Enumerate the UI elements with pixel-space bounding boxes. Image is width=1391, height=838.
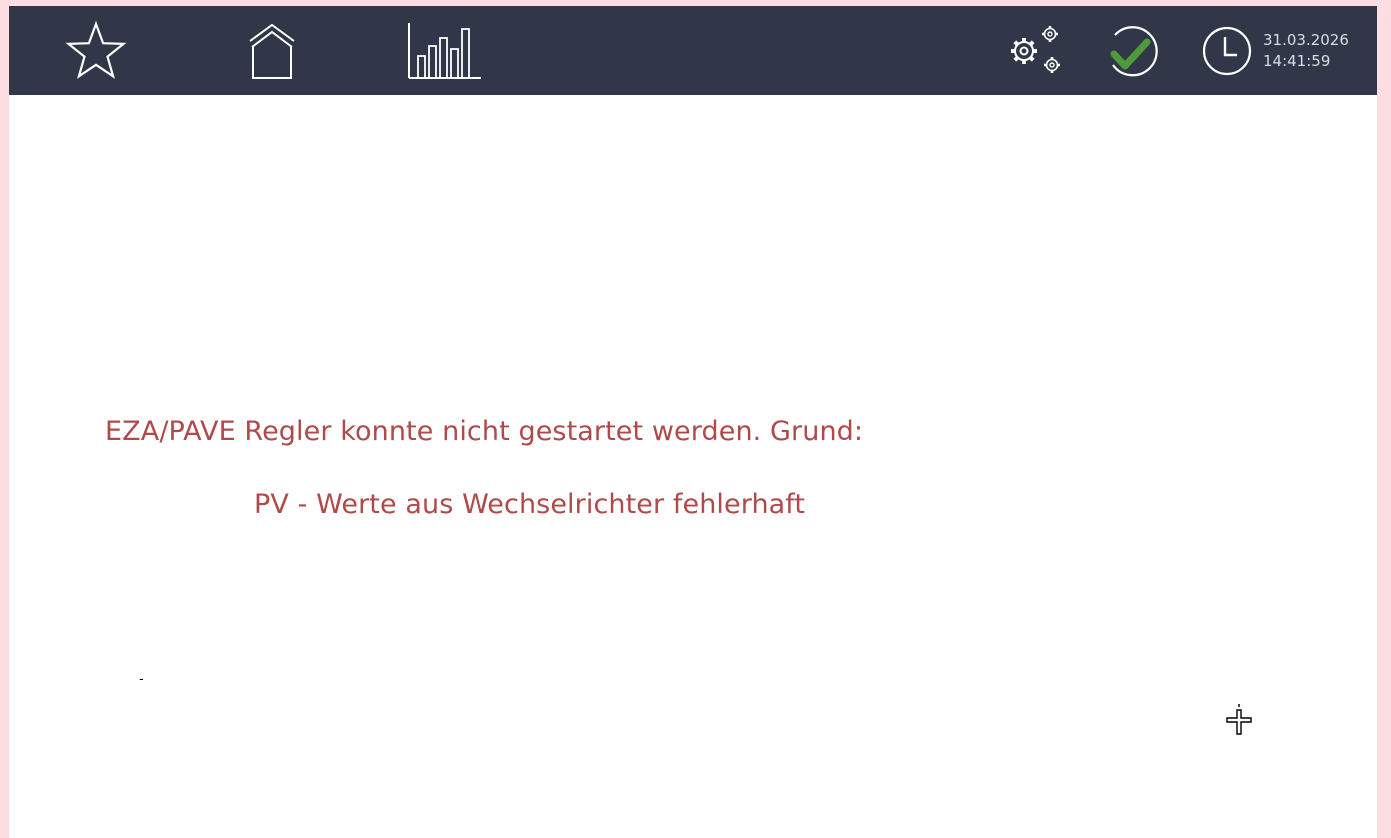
time-text: 14:41:59 (1263, 51, 1331, 70)
error-message-reason: PV - Werte aus Wechselrichter fehlerhaft (254, 489, 806, 520)
statistics-button[interactable] (402, 6, 486, 95)
app-screen: 31.03.2026 14:41:59 EZA/PAVE Regler konn… (9, 6, 1377, 838)
datetime-readout: 31.03.2026 14:41:59 (1263, 30, 1349, 72)
check-circle-icon (1110, 25, 1158, 76)
favorites-button[interactable] (61, 6, 131, 95)
status-button[interactable] (1096, 6, 1166, 95)
top-bar: 31.03.2026 14:41:59 (9, 6, 1377, 95)
clock: 31.03.2026 14:41:59 (1201, 6, 1349, 95)
stray-mark: - (139, 672, 144, 687)
gears-icon (1011, 25, 1060, 73)
settings-button[interactable] (999, 6, 1069, 95)
error-message-title: EZA/PAVE Regler konnte nicht gestartet w… (105, 416, 864, 447)
date-text: 31.03.2026 (1263, 30, 1349, 49)
star-icon (65, 20, 127, 79)
home-button[interactable] (237, 6, 307, 95)
clock-icon (1202, 26, 1252, 75)
bar-chart-icon (408, 22, 481, 79)
home-icon (249, 23, 295, 79)
crosshair-cursor-icon (1226, 704, 1252, 735)
